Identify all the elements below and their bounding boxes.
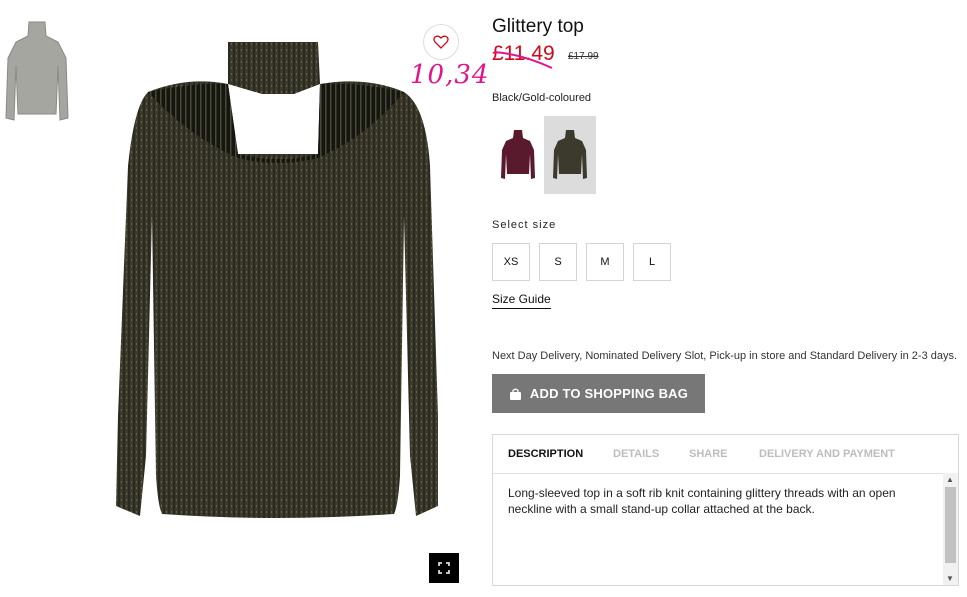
info-tabs: DESCRIPTION DETAILS SHARE DELIVERY AND P… [493, 435, 958, 474]
color-name: Black/Gold-coloured [492, 92, 592, 104]
price-scribble [493, 51, 553, 69]
size-option-xs[interactable]: XS [492, 243, 530, 281]
size-option-l[interactable]: L [633, 243, 671, 281]
scroll-thumb[interactable] [945, 487, 956, 563]
product-main-image [108, 36, 454, 564]
description-text: Long-sleeved top in a soft rib knit cont… [508, 486, 896, 516]
add-to-bag-label: ADD TO SHOPPING BAG [529, 386, 689, 401]
expand-icon [438, 562, 450, 574]
scroll-down-icon[interactable]: ▼ [946, 574, 954, 583]
price-block: £11.49 [492, 40, 562, 72]
size-option-m[interactable]: M [586, 243, 624, 281]
product-info-panel: DESCRIPTION DETAILS SHARE DELIVERY AND P… [492, 434, 959, 586]
product-title: Glittery top [492, 16, 584, 37]
size-guide-link[interactable]: Size Guide [492, 292, 551, 309]
handwritten-price: 10,34 [410, 60, 490, 90]
swatch-burgundy-image [501, 130, 535, 179]
delivery-info: Next Day Delivery, Nominated Delivery Sl… [492, 350, 958, 362]
original-price: £17.99 [568, 51, 599, 62]
color-swatch-burgundy[interactable] [492, 116, 544, 194]
tab-delivery-and-payment[interactable]: DELIVERY AND PAYMENT [759, 448, 895, 460]
scroll-up-icon[interactable]: ▲ [946, 475, 954, 484]
wishlist-button[interactable] [423, 24, 459, 60]
swatch-black-gold-image [553, 130, 587, 179]
description-scrollbar[interactable]: ▲ ▼ [943, 473, 958, 585]
color-swatch-black-gold[interactable] [544, 116, 596, 194]
tab-description[interactable]: DESCRIPTION [508, 448, 583, 460]
tab-share[interactable]: SHARE [689, 448, 728, 460]
thumbnail-sweater-image [5, 21, 69, 121]
fullscreen-button[interactable] [429, 553, 459, 583]
shopping-bag-icon [509, 388, 521, 400]
select-size-label: Select size [492, 219, 557, 231]
heart-icon [433, 35, 449, 49]
tab-details[interactable]: DETAILS [613, 448, 659, 460]
size-option-s[interactable]: S [539, 243, 577, 281]
add-to-bag-button[interactable]: ADD TO SHOPPING BAG [492, 374, 705, 413]
product-thumbnail[interactable] [4, 18, 70, 122]
